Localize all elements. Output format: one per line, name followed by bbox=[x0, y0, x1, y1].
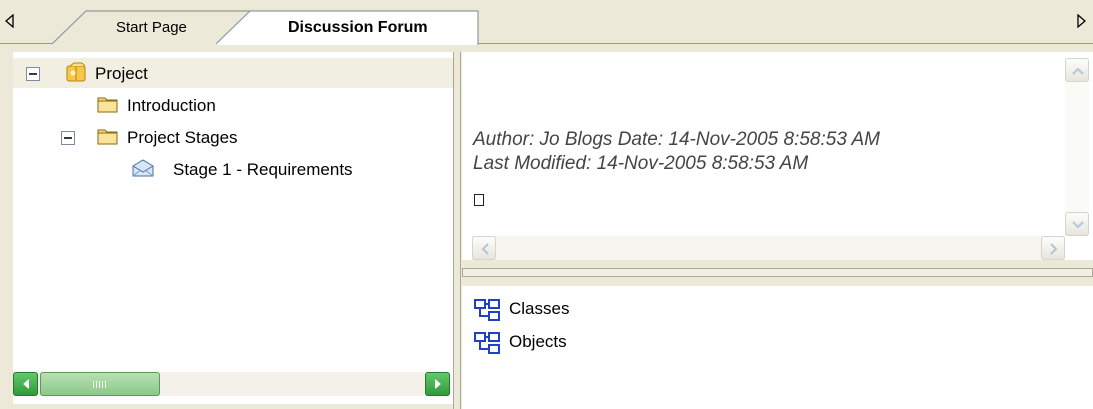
tree-item-label: Introduction bbox=[127, 96, 216, 115]
arrow-right-icon bbox=[435, 379, 441, 389]
pane-splitter-vertical[interactable] bbox=[453, 52, 461, 409]
scrollbar-thumb[interactable] bbox=[40, 372, 160, 396]
tree-horizontal-scrollbar[interactable] bbox=[13, 372, 450, 396]
folder-icon bbox=[97, 97, 118, 113]
collapse-toggle[interactable] bbox=[26, 67, 40, 81]
list-item-classes[interactable]: Classes bbox=[473, 298, 673, 322]
list-item-label: Objects bbox=[509, 332, 567, 351]
notes-author-date: Author: Jo Blogs Date: 14-Nov-2005 8:58:… bbox=[473, 129, 880, 150]
notes-last-modified: Last Modified: 14-Nov-2005 8:58:53 AM bbox=[473, 153, 809, 174]
tab-label: Start Page bbox=[116, 19, 187, 36]
project-tree: Project Introduction Project Stages Stag… bbox=[13, 52, 453, 404]
diagram-envelope-icon bbox=[132, 159, 154, 177]
arrow-left-icon bbox=[23, 379, 29, 389]
folder-icon bbox=[97, 129, 118, 145]
tree-item-label: Project Stages bbox=[127, 128, 238, 147]
triangle-left-icon bbox=[5, 14, 14, 28]
package-icon bbox=[66, 62, 86, 82]
scroll-right-button[interactable] bbox=[1041, 236, 1065, 260]
class-diagram-icon bbox=[474, 332, 500, 354]
class-diagram-icon bbox=[474, 299, 500, 321]
tab-scroll-right-button[interactable] bbox=[1071, 0, 1093, 43]
tab-scroll-left-button[interactable] bbox=[0, 0, 22, 43]
pane-splitter-horizontal[interactable] bbox=[462, 260, 1093, 286]
text-cursor-box bbox=[474, 194, 484, 206]
triangle-right-icon bbox=[1077, 14, 1086, 28]
splitter-bar bbox=[462, 268, 1093, 277]
diagram-list: Classes Objects bbox=[462, 286, 1093, 409]
notes-vertical-scrollbar[interactable] bbox=[1065, 58, 1089, 236]
notes-horizontal-scrollbar[interactable] bbox=[472, 236, 1065, 260]
chevron-down-icon bbox=[1072, 221, 1084, 229]
scroll-left-button[interactable] bbox=[472, 236, 496, 260]
chevron-up-icon bbox=[1072, 67, 1084, 75]
grip-icon bbox=[93, 381, 107, 388]
tab-label: Discussion Forum bbox=[288, 19, 428, 36]
list-item-objects[interactable]: Objects bbox=[473, 331, 673, 355]
tab-bar: Start Page Discussion Forum bbox=[0, 0, 1093, 45]
tree-item-project[interactable]: Project bbox=[13, 58, 453, 88]
tree-item-label: Stage 1 - Requirements bbox=[173, 160, 353, 179]
tree-item-project-stages[interactable]: Project Stages bbox=[13, 122, 453, 152]
tree-item-label: Project bbox=[95, 64, 148, 83]
scroll-down-button[interactable] bbox=[1065, 212, 1089, 236]
chevron-left-icon bbox=[481, 243, 489, 255]
collapse-toggle[interactable] bbox=[61, 131, 75, 145]
scroll-up-button[interactable] bbox=[1065, 58, 1089, 82]
tree-item-introduction[interactable]: Introduction bbox=[13, 90, 453, 120]
chevron-right-icon bbox=[1050, 243, 1058, 255]
scroll-right-button[interactable] bbox=[425, 372, 450, 396]
scroll-left-button[interactable] bbox=[13, 372, 38, 396]
tree-item-stage-1-requirements[interactable]: Stage 1 - Requirements bbox=[13, 154, 453, 184]
tab-discussion-forum[interactable]: Discussion Forum bbox=[216, 10, 480, 45]
list-item-label: Classes bbox=[509, 299, 570, 318]
notes-panel[interactable]: Author: Jo Blogs Date: 14-Nov-2005 8:58:… bbox=[462, 52, 1093, 260]
